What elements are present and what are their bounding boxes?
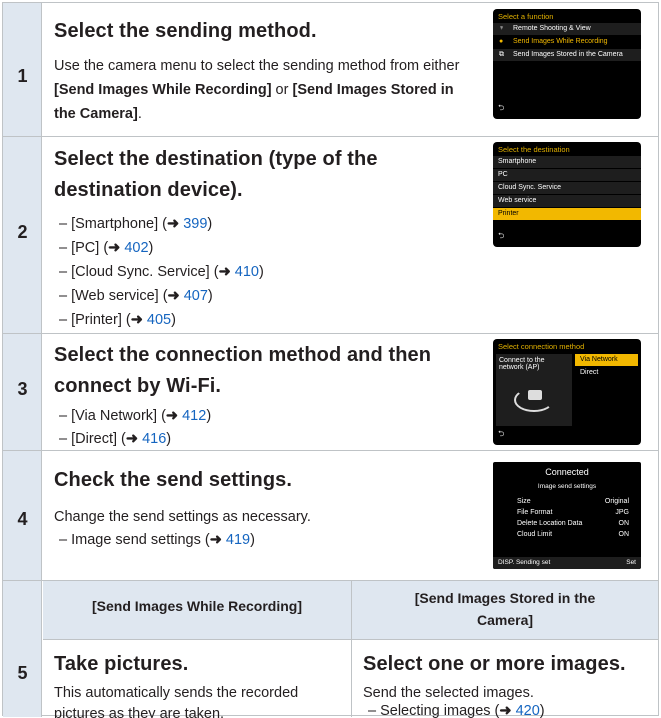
step-row-1: 1 Select the sending method. Use the cam… xyxy=(3,3,658,136)
camera-screen-connection-method: Select connection method Connect to the … xyxy=(493,339,641,445)
send-recording-icon: ● xyxy=(499,38,504,45)
screen-menu-item: ● Send Images While Recording xyxy=(493,36,641,48)
page-link[interactable]: 399 xyxy=(183,216,207,232)
screen-menu-item: Smartphone xyxy=(493,156,641,168)
step-number-cell: 5 xyxy=(3,581,42,717)
option-header-left: [Send Images While Recording] xyxy=(91,598,303,614)
page-link[interactable]: 416 xyxy=(142,431,166,447)
list-item: – Image send settings (➜ 419) xyxy=(59,532,255,548)
page-link[interactable]: 407 xyxy=(184,288,208,304)
arrow-icon: ➜ xyxy=(167,288,180,304)
list-item: – [Cloud Sync. Service] (➜ 410) xyxy=(59,264,264,280)
back-icon: ⮌ xyxy=(498,103,505,112)
screen-menu-item: PC xyxy=(493,169,641,181)
step-title: Check the send settings. xyxy=(54,469,293,491)
camera-screen-function-menu: Select a function ♆ Remote Shooting & Vie… xyxy=(493,9,641,119)
step-title: Select the connection method and then co… xyxy=(54,344,432,397)
arrow-icon: ➜ xyxy=(130,312,143,328)
back-icon: ⮌ xyxy=(498,429,505,438)
arrow-icon: ➜ xyxy=(499,703,512,718)
arrow-icon: ➜ xyxy=(165,408,179,424)
step-body-right: Send the selected images. xyxy=(363,685,534,701)
step-number: 1 xyxy=(17,66,28,86)
page-link[interactable]: 405 xyxy=(147,312,171,328)
step-title: Select the destination (type of the dest… xyxy=(54,148,378,201)
step-number: 4 xyxy=(17,509,28,529)
page-link[interactable]: 419 xyxy=(226,532,250,548)
step-row-2: 2 Select the destination (type of the de… xyxy=(3,137,658,333)
screen-menu-item: ♆ Remote Shooting & View xyxy=(493,23,641,35)
step-title-right: Select one or more images. xyxy=(363,653,626,675)
screen-menu-item: Web service xyxy=(493,195,641,207)
camera-screen-connected: Connected Image send settings Size Origin… xyxy=(493,462,641,569)
header-divider xyxy=(43,639,658,640)
screen-title: Connected xyxy=(545,467,589,477)
list-item: – [Smartphone] (➜ 399) xyxy=(59,216,213,232)
step-number: 5 xyxy=(17,663,28,683)
screen-menu-item: ⧉ Send Images Stored in the Camera xyxy=(493,49,641,61)
page-link[interactable]: 412 xyxy=(182,408,206,424)
screen-header: Select the destination xyxy=(498,145,570,154)
screen-menu-item-selected: Printer xyxy=(493,208,641,220)
step-number: 2 xyxy=(17,222,28,242)
list-item: – [Printer] (➜ 405) xyxy=(59,312,176,328)
list-item: – [PC] (➜ 402) xyxy=(59,240,154,256)
step-row-5: 5 [Send Images While Recording] [Send Im… xyxy=(3,581,658,718)
step-row-3: 3 Select the connection method and then … xyxy=(3,334,658,450)
arrow-icon: ➜ xyxy=(125,431,139,447)
arrow-icon: ➜ xyxy=(209,532,222,548)
screen-option: Direct xyxy=(575,367,638,379)
option-header-right: [Send Images Stored in the Camera] xyxy=(414,590,596,628)
step-body: Use the camera menu to select the sendin… xyxy=(54,58,460,122)
screen-footer: DISP. Sending set Set xyxy=(493,557,641,569)
step-row-4: 4 Check the send settings. Change the se… xyxy=(3,451,658,580)
send-stored-icon: ⧉ xyxy=(499,51,504,58)
arrow-icon: ➜ xyxy=(167,216,180,232)
list-item: – Selecting images (➜ 420) xyxy=(368,703,545,718)
screen-left-panel: Connect to the network (AP) xyxy=(496,354,572,426)
step-title: Select the sending method. xyxy=(54,20,317,42)
screen-menu-item: Cloud Sync. Service xyxy=(493,182,641,194)
step-number-cell: 4 xyxy=(3,451,42,580)
settings-list: Size Original File Format JPG Delete Locat… xyxy=(517,498,629,538)
list-item: – [Direct] (➜ 416) xyxy=(59,431,172,447)
camera-screen-destination-menu: Select the destination Smartphone PC Clo… xyxy=(493,142,641,247)
step-number-cell: 2 xyxy=(3,137,42,333)
page-link[interactable]: 402 xyxy=(124,240,148,256)
page-link[interactable]: 410 xyxy=(235,264,259,280)
page-link[interactable]: 420 xyxy=(516,703,540,718)
step-body-left: This automatically sends the recorded pi… xyxy=(54,685,299,718)
remote-icon: ♆ xyxy=(499,25,505,32)
screen-option-selected: Via Network xyxy=(575,354,638,366)
step-number-cell: 1 xyxy=(3,3,42,136)
step-title-left: Take pictures. xyxy=(54,653,189,675)
arrow-icon: ➜ xyxy=(108,240,121,256)
screen-subtitle: Image send settings xyxy=(537,483,597,490)
step-number-cell: 3 xyxy=(3,334,42,450)
instruction-table: 1 Select the sending method. Use the cam… xyxy=(2,2,659,718)
screen-header: Select a function xyxy=(498,12,554,21)
list-item: – [Web service] (➜ 407) xyxy=(59,288,213,304)
screen-header: Select connection method xyxy=(498,342,585,351)
step-number: 3 xyxy=(17,379,28,399)
arrow-icon: ➜ xyxy=(218,264,231,280)
list-item: – [Via Network] (➜ 412) xyxy=(59,408,212,424)
camera-icon xyxy=(528,390,542,400)
step-body: Change the send settings as necessary. xyxy=(54,509,311,525)
back-icon: ⮌ xyxy=(498,231,505,240)
